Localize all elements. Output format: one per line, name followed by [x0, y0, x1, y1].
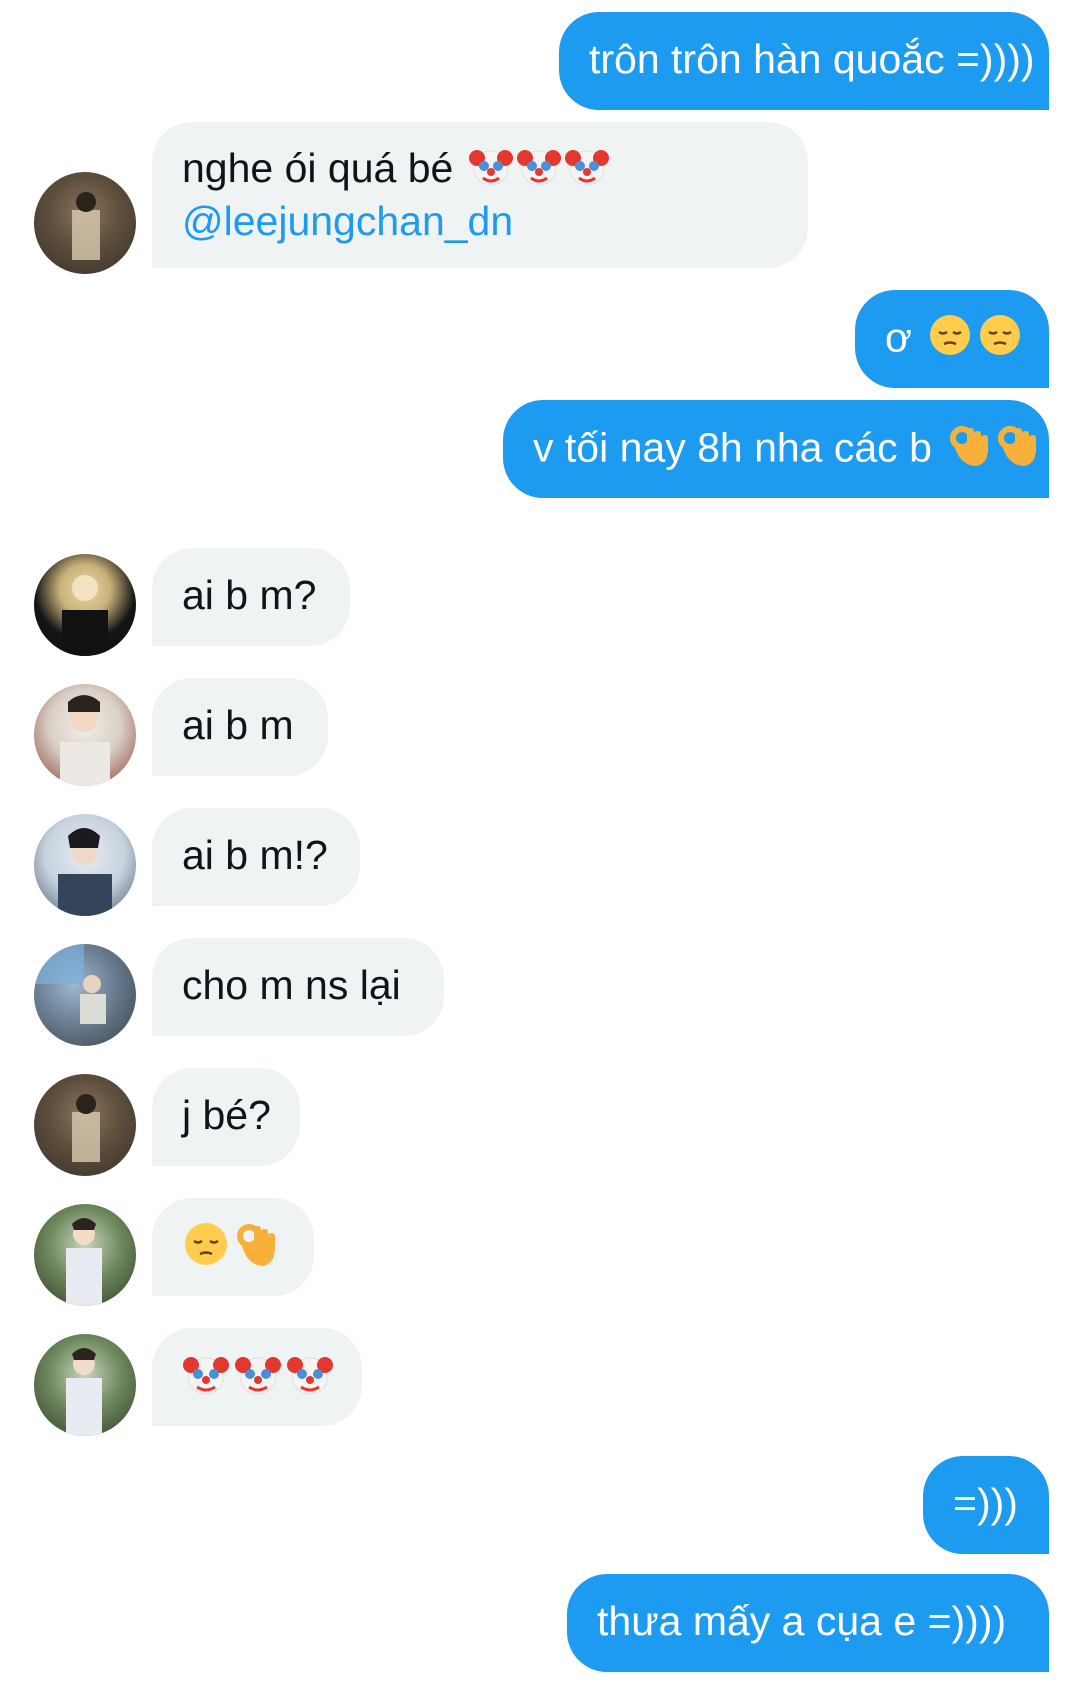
- message-text: trôn trôn hàn quoắc =)))): [589, 36, 1035, 82]
- conversation: trôn trôn hàn quoắc =)))) nghe ói quá bé…: [0, 0, 1077, 1686]
- message-text: nghe ói quá bé: [182, 144, 454, 191]
- message-bubble-outgoing[interactable]: ơ: [855, 290, 1049, 388]
- avatar-sitting-wall-image: [34, 944, 106, 1024]
- avatar[interactable]: [34, 1074, 136, 1176]
- avatar-denim-jacket-image: [58, 828, 112, 916]
- clown-face-icon: [234, 1350, 282, 1409]
- avatar[interactable]: [34, 172, 136, 274]
- user-mention-link[interactable]: @leejungchan_dn: [182, 198, 778, 245]
- clown-face-icon: [286, 1350, 334, 1409]
- avatar-plaid-outdoor-image: [72, 192, 100, 260]
- avatar-blonde-black-jacket-image: [62, 575, 108, 656]
- message-bubble-outgoing[interactable]: trôn trôn hàn quoắc =)))): [559, 12, 1049, 110]
- message-text: ơ: [885, 314, 912, 361]
- avatar[interactable]: [34, 684, 136, 786]
- message-bubble-incoming[interactable]: [152, 1198, 314, 1296]
- message-text: v tối nay 8h nha các b: [533, 424, 932, 471]
- clown-face-icon: [182, 1350, 230, 1409]
- ok-hand-icon: [947, 422, 991, 479]
- message-bubble-incoming[interactable]: [152, 1328, 362, 1426]
- message-bubble-incoming[interactable]: ai b m!?: [152, 808, 360, 906]
- pensive-face-icon: [182, 1220, 230, 1279]
- avatar-plaid-outdoor-image: [72, 1094, 100, 1162]
- message-text: =))): [953, 1480, 1018, 1526]
- avatar[interactable]: [34, 814, 136, 916]
- message-text: ai b m!?: [182, 832, 328, 878]
- clown-face-icon: [468, 144, 513, 198]
- avatar-glasses-white-shirt-image: [60, 695, 110, 786]
- avatar-white-outfit-greenery-image: [66, 1218, 102, 1306]
- message-text: ai b m?: [182, 572, 317, 618]
- message-text: cho m ns lại: [182, 962, 401, 1008]
- pensive-face-icon: [927, 312, 973, 369]
- ok-hand-icon: [995, 422, 1039, 479]
- avatar[interactable]: [34, 1204, 136, 1306]
- message-text: thưa mấy a cụa e =)))): [597, 1598, 1007, 1644]
- avatar[interactable]: [34, 554, 136, 656]
- ok-hand-icon: [234, 1220, 278, 1279]
- message-bubble-outgoing[interactable]: =))): [923, 1456, 1049, 1554]
- clown-face-icon: [516, 144, 561, 198]
- message-bubble-outgoing[interactable]: thưa mấy a cụa e =)))): [567, 1574, 1049, 1672]
- pensive-face-icon: [977, 312, 1023, 369]
- message-bubble-outgoing[interactable]: v tối nay 8h nha các b: [503, 400, 1049, 498]
- message-text: j bé?: [182, 1092, 271, 1138]
- message-bubble-incoming[interactable]: cho m ns lại: [152, 938, 444, 1036]
- message-bubble-incoming[interactable]: j bé?: [152, 1068, 300, 1166]
- clown-face-icon: [564, 144, 609, 198]
- message-bubble-incoming[interactable]: nghe ói quá bé @leejungchan_dn: [152, 122, 808, 268]
- avatar[interactable]: [34, 1334, 136, 1436]
- message-bubble-incoming[interactable]: ai b m: [152, 678, 328, 776]
- message-bubble-incoming[interactable]: ai b m?: [152, 548, 350, 646]
- avatar-white-outfit-greenery-image: [66, 1348, 102, 1436]
- message-text: ai b m: [182, 702, 294, 748]
- avatar[interactable]: [34, 944, 136, 1046]
